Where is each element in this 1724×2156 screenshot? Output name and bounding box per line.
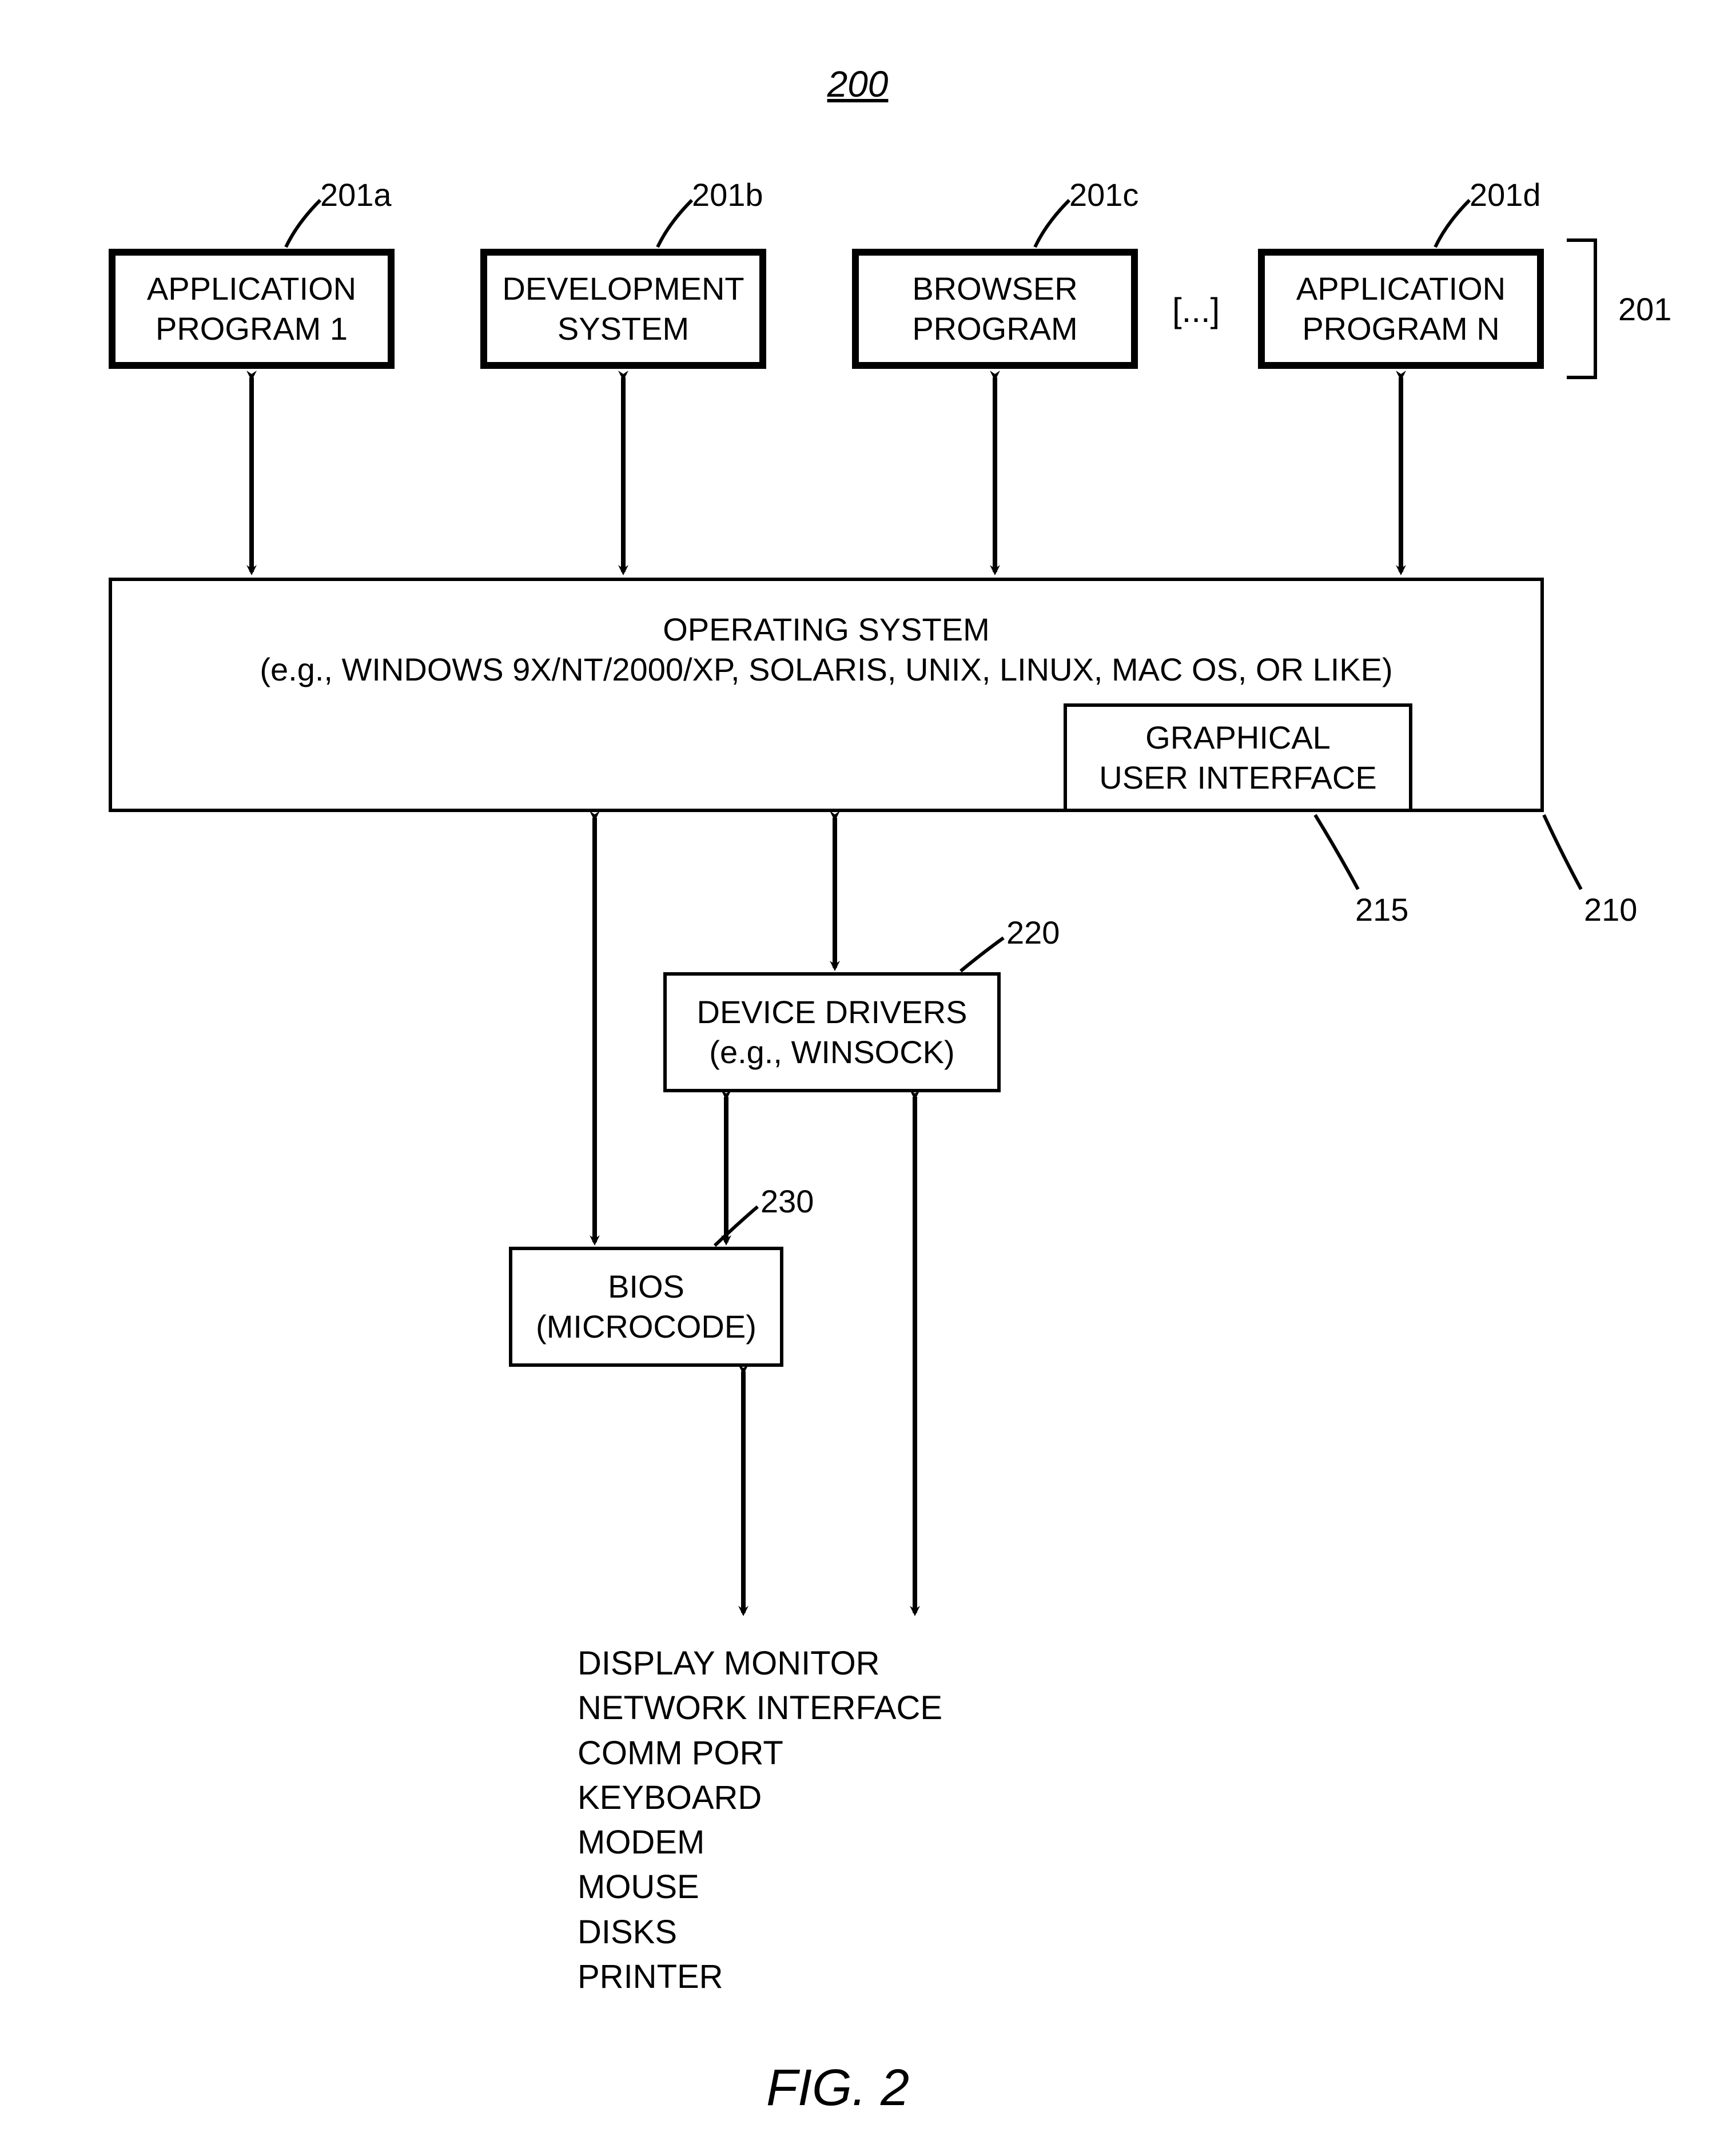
- label: DEVELOPMENT: [502, 269, 744, 309]
- label: (MICROCODE): [536, 1307, 757, 1347]
- ref-201: 201: [1618, 292, 1671, 327]
- ref-201a: 201a: [320, 177, 392, 213]
- label: OPERATING SYSTEM: [663, 610, 989, 650]
- label: BROWSER: [912, 269, 1077, 309]
- app-program-n: APPLICATION PROGRAM N: [1258, 249, 1544, 369]
- ref-230: 230: [761, 1184, 814, 1219]
- device: NETWORK INTERFACE: [578, 1686, 942, 1731]
- ellipsis: [...]: [1172, 292, 1220, 329]
- browser-program: BROWSER PROGRAM: [852, 249, 1138, 369]
- gui: GRAPHICAL USER INTERFACE: [1064, 703, 1412, 812]
- ref-201c: 201c: [1069, 177, 1138, 213]
- bios: BIOS (MICROCODE): [509, 1247, 783, 1367]
- label: PROGRAM N: [1302, 309, 1499, 349]
- device: PRINTER: [578, 1955, 942, 1999]
- label: SYSTEM: [558, 309, 689, 349]
- label: (e.g., WINSOCK): [709, 1032, 954, 1072]
- diagram-page: 200 APPLICATION PROGRAM 1 DEVELOPMENT SY…: [0, 0, 1724, 2156]
- device: MOUSE: [578, 1865, 942, 1910]
- device: MODEM: [578, 1820, 942, 1865]
- ref-210: 210: [1584, 892, 1637, 928]
- figure-number: 200: [801, 63, 915, 105]
- app-program-1: APPLICATION PROGRAM 1: [109, 249, 395, 369]
- label: PROGRAM 1: [156, 309, 348, 349]
- ref-215: 215: [1355, 892, 1408, 928]
- label: DEVICE DRIVERS: [697, 992, 967, 1032]
- label: BIOS: [608, 1267, 684, 1307]
- figure-caption: FIG. 2: [766, 2059, 909, 2118]
- device: COMM PORT: [578, 1731, 942, 1776]
- label: USER INTERFACE: [1099, 758, 1376, 798]
- device: DISPLAY MONITOR: [578, 1641, 942, 1686]
- ref-201b: 201b: [692, 177, 763, 213]
- label: (e.g., WINDOWS 9X/NT/2000/XP, SOLARIS, U…: [260, 650, 1392, 690]
- label: PROGRAM: [912, 309, 1077, 349]
- device: KEYBOARD: [578, 1776, 942, 1820]
- label: APPLICATION: [147, 269, 356, 309]
- label: GRAPHICAL: [1145, 718, 1331, 758]
- device-drivers: DEVICE DRIVERS (e.g., WINSOCK): [663, 972, 1001, 1092]
- ref-201d: 201d: [1470, 177, 1541, 213]
- ref-220: 220: [1006, 915, 1060, 950]
- label: APPLICATION: [1296, 269, 1506, 309]
- devices-list: DISPLAY MONITOR NETWORK INTERFACE COMM P…: [578, 1641, 942, 1999]
- device: DISKS: [578, 1910, 942, 1955]
- development-system: DEVELOPMENT SYSTEM: [480, 249, 766, 369]
